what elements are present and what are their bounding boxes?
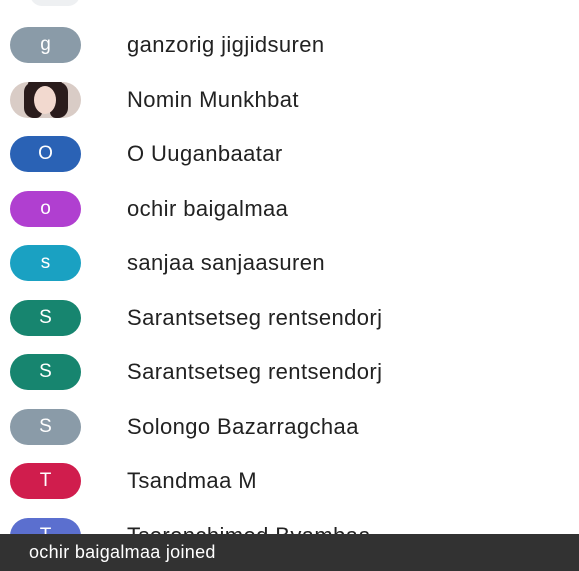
avatar-initial: S xyxy=(39,415,52,437)
participant-name: Nomin Munkhbat xyxy=(127,86,299,112)
participant-name: Tsandmaa M xyxy=(127,468,257,494)
photo-avatar xyxy=(10,81,81,118)
letter-avatar: O xyxy=(10,136,81,173)
avatar-face xyxy=(34,85,56,114)
participant-row[interactable]: o ochir baigalmaa xyxy=(0,182,579,237)
participant-name: Solongo Bazarragchaa xyxy=(127,413,359,439)
letter-avatar: S xyxy=(10,408,81,445)
participant-name: ochir baigalmaa xyxy=(127,195,289,221)
avatar-initial: s xyxy=(40,252,51,274)
letter-avatar: o xyxy=(10,190,81,227)
avatar-initial: o xyxy=(40,197,51,219)
participants-list[interactable]: g ganzorig jigjidsuren Nomin Munkhbat O … xyxy=(0,18,579,563)
participants-screen: g ganzorig jigjidsuren Nomin Munkhbat O … xyxy=(0,0,579,571)
avatar-initial: S xyxy=(39,306,52,328)
participant-name: O Uuganbaatar xyxy=(127,141,283,167)
participant-row[interactable]: S Solongo Bazarragchaa xyxy=(0,400,579,455)
participant-name: Sarantsetseg rentsendorj xyxy=(127,359,383,385)
participant-row[interactable]: S Sarantsetseg rentsendorj xyxy=(0,291,579,346)
participant-name: ganzorig jigjidsuren xyxy=(127,32,325,58)
letter-avatar: S xyxy=(10,299,81,336)
participant-name: Sarantsetseg rentsendorj xyxy=(127,304,383,330)
letter-avatar: S xyxy=(10,354,81,391)
avatar-initial: O xyxy=(38,143,53,165)
participant-name: sanjaa sanjaasuren xyxy=(127,250,326,276)
avatar-initial: g xyxy=(40,34,51,56)
letter-avatar: T xyxy=(10,463,81,500)
participant-row[interactable]: O O Uuganbaatar xyxy=(0,127,579,182)
participant-row[interactable]: g ganzorig jigjidsuren xyxy=(0,18,579,73)
join-toast: ochir baigalmaa joined xyxy=(0,534,579,571)
avatar-initial: T xyxy=(39,470,52,492)
letter-avatar: s xyxy=(10,245,81,282)
avatar-initial: S xyxy=(39,361,52,383)
participant-row[interactable]: S Sarantsetseg rentsendorj xyxy=(0,345,579,400)
participant-row[interactable]: s sanjaa sanjaasuren xyxy=(0,236,579,291)
letter-avatar: g xyxy=(10,27,81,64)
previous-row-edge xyxy=(30,0,80,6)
toast-message: ochir baigalmaa joined xyxy=(29,542,216,562)
participant-row[interactable]: Nomin Munkhbat xyxy=(0,73,579,128)
participant-row[interactable]: T Tsandmaa M xyxy=(0,454,579,509)
